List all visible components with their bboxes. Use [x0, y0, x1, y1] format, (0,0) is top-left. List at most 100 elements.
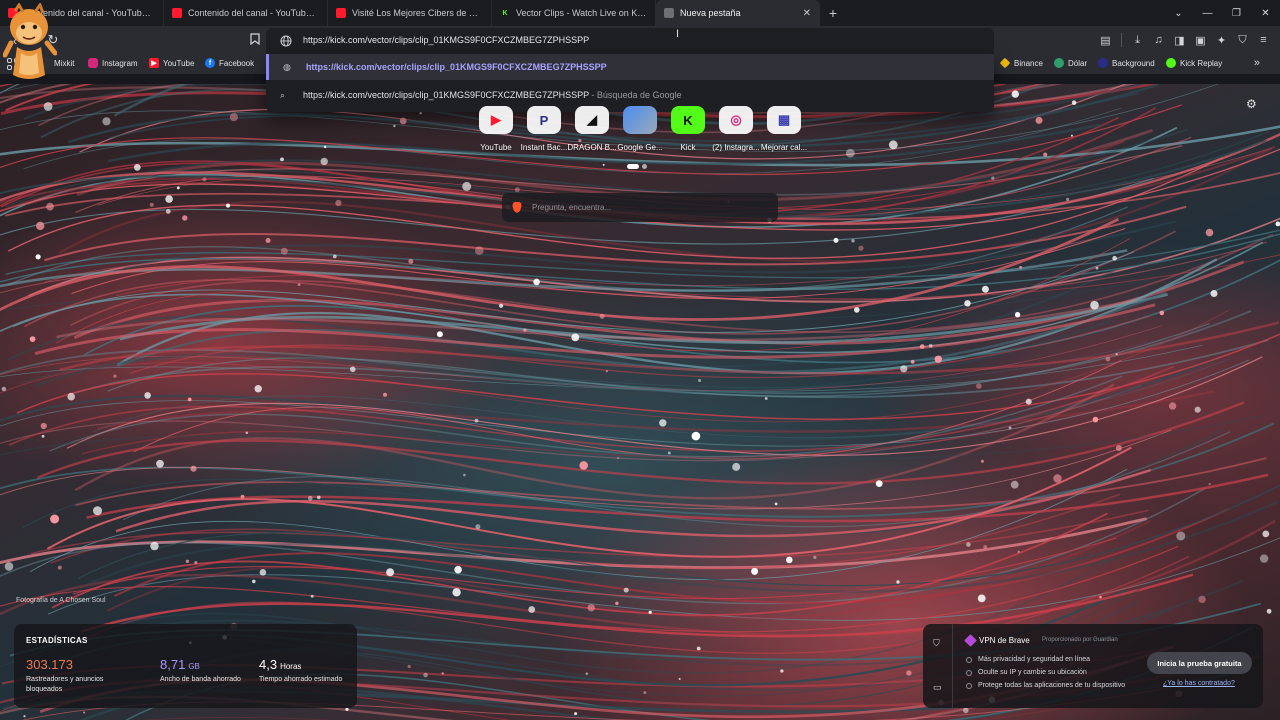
restore-icon[interactable]: ❐ [1222, 0, 1251, 26]
bookmark-kick-replay[interactable]: Kick Replay [1166, 58, 1222, 68]
vpn-title: VPN de Brave [964, 634, 1030, 647]
address-bar[interactable]: https://kick.com/vector/clips/clip_01KMG… [266, 28, 994, 54]
wallpaper-light-dot [858, 245, 864, 251]
check-circle-icon [966, 656, 972, 663]
wallpaper-light-dot [615, 601, 619, 605]
wallpaper-light-dot [1176, 531, 1186, 541]
tab-nueva-pestana[interactable]: Nueva pestaña ✕ [656, 0, 820, 26]
suggestion-suffix: - Búsqueda de Google [588, 90, 682, 100]
wallpaper-light-dot [474, 418, 479, 423]
more-bookmarks-chevron-icon[interactable]: » [1254, 57, 1260, 69]
bookmark-youtube[interactable]: ▶ YouTube [149, 58, 194, 68]
bookmark-binance[interactable]: Binance [999, 57, 1043, 69]
wallpaper-light-dot [182, 215, 188, 221]
google-gemini-icon [623, 106, 657, 134]
wallpaper-light-dot [774, 502, 778, 506]
stats-title: ESTADÍSTICAS [26, 636, 88, 645]
tab-youtube-studio-2[interactable]: Contenido del canal - YouTube Studio [164, 0, 328, 26]
vpn-shield-icon[interactable]: ⛉ [1234, 32, 1251, 48]
wallpaper-light-dot [386, 568, 395, 577]
wallpaper-light-dot [35, 254, 41, 260]
bookmark-label: Instagram [102, 58, 138, 68]
list-item: Protege todas las aplicaciones de tu dis… [966, 679, 1125, 692]
vpn-widget-next-icon[interactable]: ▭ [933, 682, 942, 693]
search-input[interactable] [532, 200, 762, 214]
minimize-icon[interactable]: — [1193, 0, 1222, 26]
bookmark-background[interactable]: Background [1098, 58, 1155, 68]
top-site-instant-background[interactable]: P Instant Bac... [520, 106, 568, 152]
instagram-icon: ◎ [719, 106, 753, 134]
wallpaper-light-dot [265, 238, 271, 243]
wallpaper-light-dot [350, 366, 356, 373]
vpn-shield-icon[interactable]: ⛉ [933, 638, 940, 649]
tab-vector-clips[interactable]: K Vector Clips - Watch Live on Kick [492, 0, 656, 26]
new-tab-search-box[interactable] [502, 193, 778, 222]
wallpaper-light-dot [165, 195, 173, 203]
wallpaper-light-dot [332, 254, 337, 259]
close-window-icon[interactable]: ✕ [1251, 0, 1280, 26]
bookmark-facebook[interactable]: f Facebook [205, 58, 254, 68]
brave-shield-icon [664, 8, 674, 18]
stat-description: Ancho de banda ahorrado [160, 676, 241, 683]
media-icon[interactable]: ♫ [1150, 32, 1167, 48]
already-subscribed-link[interactable]: ¿Ya lo has contratado? [1163, 680, 1235, 687]
page-dot-2[interactable] [642, 164, 647, 169]
tab-search-chevron-icon[interactable]: ⌄ [1164, 0, 1193, 26]
instagram-icon [88, 58, 98, 68]
bookmark-icon[interactable] [250, 33, 260, 45]
wallpaper-light-dot [732, 462, 741, 471]
wallpaper-fiber [49, 375, 1123, 458]
wallpaper-light-dot [980, 459, 984, 463]
download-icon[interactable]: ⤓ [1129, 32, 1146, 48]
wallpaper-light-dot [335, 199, 342, 207]
wallpaper-light-dot [149, 202, 154, 207]
sidebar-icon[interactable]: ◨ [1171, 32, 1188, 48]
top-site-google-gemini[interactable]: Google Ge... [616, 106, 664, 152]
top-site-youtube[interactable]: ▶ YouTube [472, 106, 520, 152]
wallpaper-light-dot [1208, 482, 1211, 486]
wallpaper-light-dot [1205, 228, 1214, 237]
wallpaper-light-dot [764, 397, 768, 400]
wallpaper-light-dot [245, 431, 249, 435]
leo-ai-icon[interactable]: ✦ [1213, 32, 1230, 48]
top-site-kick[interactable]: K Kick [664, 106, 712, 152]
bookmark-dolar[interactable]: Dólar [1054, 58, 1087, 68]
wallpaper-light-dot [1025, 398, 1032, 405]
start-free-trial-button[interactable]: Inicia la prueba gratuita [1147, 652, 1252, 674]
wallpaper-light-dot [324, 145, 327, 149]
stat-value: 4,3 [259, 657, 278, 672]
stats-widget: ESTADÍSTICAS 303.173 Rastreadores y anun… [14, 624, 357, 708]
gear-icon[interactable]: ⚙ [1246, 98, 1258, 110]
wallpaper-light-dot [528, 606, 536, 613]
omnibox-suggestion-search[interactable]: ⌕ https://kick.com/vector/clips/clip_01K… [266, 82, 994, 108]
wallpaper-light-dot [1043, 152, 1048, 157]
wallpaper-light-dot [1259, 554, 1269, 563]
new-tab-button[interactable]: + [820, 0, 846, 26]
top-site-mejorar-calidad[interactable]: ▦ Mejorar cal... [760, 106, 808, 152]
top-site-label: Google Ge... [617, 143, 663, 152]
photo-credit[interactable]: Fotografía de A Chosen Soul [16, 597, 106, 604]
menu-icon[interactable]: ≡ [1255, 32, 1272, 48]
omnibox-suggestion-url[interactable]: ◍ https://kick.com/vector/clips/clip_01K… [266, 54, 994, 80]
wallpaper-light-dot [113, 374, 117, 378]
close-tab-icon[interactable]: ✕ [803, 8, 811, 19]
tab-title: Nueva pestaña [680, 8, 741, 18]
wallpaper-light-dot [896, 580, 900, 584]
vpn-logo-icon [964, 634, 977, 647]
wallpaper-light-dot [1014, 312, 1021, 318]
bookmark-instagram[interactable]: Instagram [88, 58, 138, 68]
globe-icon: ◍ [283, 62, 291, 72]
top-site-instagram[interactable]: ◎ (2) Instagra... [712, 106, 760, 152]
page-dot-1[interactable] [627, 164, 639, 169]
wallpaper-light-dot [1070, 134, 1073, 137]
wallpaper-light-dot [463, 473, 466, 477]
top-site-dragon[interactable]: ◢ DRAGON B... [567, 106, 617, 152]
top-site-label: Mejorar cal... [760, 143, 808, 152]
wallet-icon[interactable]: ▣ [1192, 32, 1209, 48]
wallpaper-light-dot [964, 300, 971, 307]
wallpaper-light-dot [786, 556, 793, 564]
dragon-icon: ◢ [575, 106, 609, 134]
wallpaper-light-dot [4, 562, 14, 571]
tab-dubai-video[interactable]: Visité Los Mejores Cibers de Dubai - [328, 0, 492, 26]
reader-mode-icon[interactable]: ▤ [1097, 32, 1114, 48]
